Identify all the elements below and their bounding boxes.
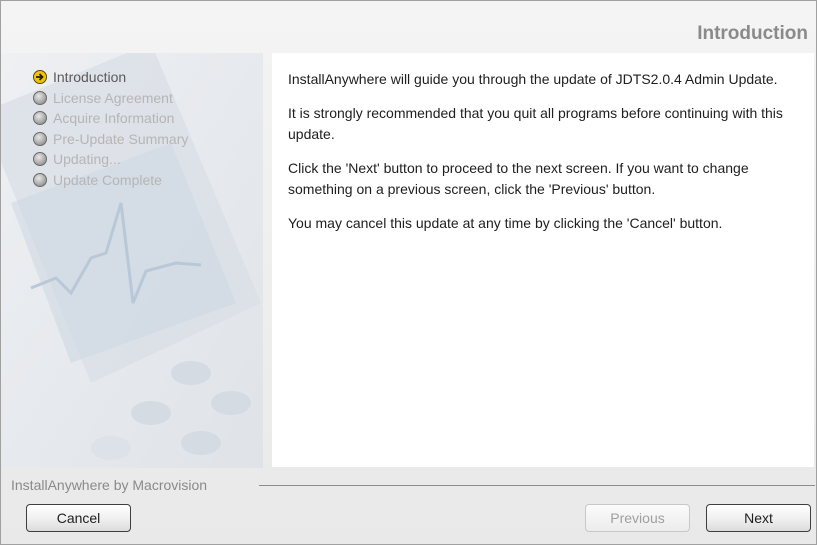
step-introduction: Introduction	[33, 67, 188, 88]
pending-step-bullet-icon	[33, 111, 47, 126]
step-update-complete: Update Complete	[33, 170, 188, 191]
steps-panel: Introduction License Agreement Acquire I…	[1, 53, 263, 468]
step-label: Acquire Information	[53, 110, 175, 127]
cancel-button[interactable]: Cancel	[26, 504, 131, 532]
footer-divider	[259, 485, 815, 486]
installer-window: Introduction Introduction License Agreem…	[0, 0, 817, 545]
intro-paragraph: InstallAnywhere will guide you through t…	[288, 71, 778, 87]
step-license-agreement: License Agreement	[33, 88, 188, 109]
step-label: Pre-Update Summary	[53, 130, 189, 147]
steps-list: Introduction License Agreement Acquire I…	[33, 67, 188, 190]
recommendation-paragraph: It is strongly recommended that you quit…	[288, 105, 783, 142]
previous-button[interactable]: Previous	[585, 504, 690, 532]
vendor-label: InstallAnywhere by Macrovision	[11, 477, 208, 493]
cancel-info-paragraph: You may cancel this update at any time b…	[288, 215, 723, 231]
page-title: Introduction	[697, 23, 808, 44]
step-label: Updating...	[53, 151, 121, 168]
introduction-text-panel: InstallAnywhere will guide you through t…	[272, 53, 814, 467]
step-acquire-information: Acquire Information	[33, 108, 188, 129]
navigation-paragraph: Click the 'Next' button to proceed to th…	[288, 160, 749, 197]
pending-step-bullet-icon	[33, 152, 47, 167]
step-updating: Updating...	[33, 149, 188, 170]
step-label: Update Complete	[53, 171, 162, 188]
pending-step-bullet-icon	[33, 131, 47, 146]
step-label: License Agreement	[53, 89, 173, 106]
step-pre-update-summary: Pre-Update Summary	[33, 129, 188, 150]
pending-step-bullet-icon	[33, 172, 47, 187]
step-label: Introduction	[53, 69, 127, 86]
next-button[interactable]: Next	[706, 504, 811, 532]
pending-step-bullet-icon	[33, 90, 47, 105]
current-step-arrow-icon	[33, 70, 47, 85]
